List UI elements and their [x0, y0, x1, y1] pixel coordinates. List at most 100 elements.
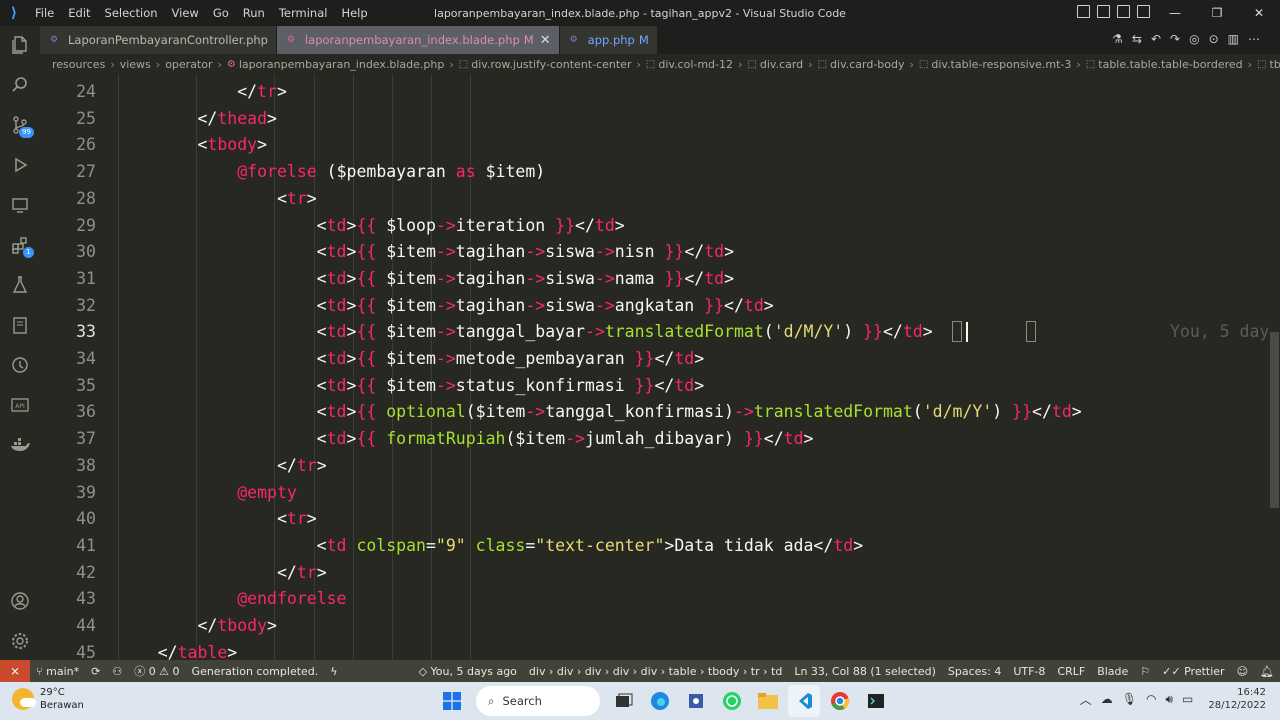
terminal-app-icon[interactable] — [860, 685, 892, 717]
explorer-icon[interactable] — [0, 26, 40, 64]
git-blame-indicator[interactable]: ◇ You, 5 days ago — [413, 665, 523, 678]
close-window-icon[interactable]: ✕ — [1238, 0, 1280, 26]
windows-start-icon[interactable] — [436, 685, 468, 717]
breadcrumb-item[interactable]: table.table.table-bordered — [1098, 58, 1242, 71]
code-line[interactable]: 26 <tbody> — [40, 131, 1280, 158]
customize-layout-icon[interactable] — [1137, 5, 1150, 18]
docker-icon[interactable] — [0, 426, 40, 464]
run-debug-icon[interactable] — [0, 146, 40, 184]
testing-icon[interactable] — [0, 266, 40, 304]
notes-icon[interactable] — [0, 306, 40, 344]
breadcrumb-item[interactable]: views — [120, 58, 151, 71]
code-line[interactable]: 33 <td>{{ $item->tanggal_bayar->translat… — [40, 318, 1280, 345]
vscode-taskbar-icon[interactable] — [788, 685, 820, 717]
chrome-icon[interactable] — [824, 685, 856, 717]
open-preview-icon[interactable]: ⊙ — [1209, 32, 1219, 46]
code-line[interactable]: 30 <td>{{ $item->tagihan->siswa->nisn }}… — [40, 238, 1280, 265]
code-line[interactable]: 31 <td>{{ $item->tagihan->siswa->nama }}… — [40, 265, 1280, 292]
show-hidden-icons[interactable]: ︿ — [1080, 691, 1092, 708]
code-line[interactable]: 44 </tbody> — [40, 612, 1280, 639]
tab-laporan-controller[interactable]: ⚙ LaporanPembayaranController.php — [40, 26, 276, 54]
remote-indicator-icon[interactable]: ⨯ — [0, 660, 30, 682]
breadcrumb-item[interactable]: div.card — [760, 58, 803, 71]
tab-app-php[interactable]: ⚙ app.php M — [559, 26, 657, 54]
encoding[interactable]: UTF-8 — [1007, 665, 1051, 678]
maximize-icon[interactable]: ❐ — [1196, 0, 1238, 26]
code-line[interactable]: 43 @endforelse — [40, 585, 1280, 612]
code-line[interactable]: 41 <td colspan="9" class="text-center">D… — [40, 532, 1280, 559]
go-forward-icon[interactable]: ↷ — [1170, 32, 1180, 46]
api-icon[interactable]: API — [0, 386, 40, 424]
breadcrumb-item[interactable]: laporanpembayaran_index.blade.php — [239, 58, 444, 71]
code-line[interactable]: 32 <td>{{ $item->tagihan->siswa->angkata… — [40, 292, 1280, 319]
whatsapp-icon[interactable] — [716, 685, 748, 717]
tab-laporan-index-blade[interactable]: ⚙ laporanpembayaran_index.blade.php M ✕ — [276, 26, 559, 54]
menu-edit[interactable]: Edit — [61, 6, 97, 20]
breadcrumb-item[interactable]: div.card-body — [830, 58, 904, 71]
breadcrumb-item[interactable]: div.table-responsive.mt-3 — [931, 58, 1071, 71]
flask-icon[interactable]: ⚗ — [1112, 32, 1123, 46]
prettier-indicator[interactable]: ✓✓ Prettier — [1156, 665, 1230, 678]
source-control-icon[interactable]: 99 — [0, 106, 40, 144]
code-line[interactable]: 38 </tr> — [40, 452, 1280, 479]
menu-selection[interactable]: Selection — [98, 6, 165, 20]
menu-file[interactable]: File — [28, 6, 61, 20]
remote-explorer-icon[interactable] — [0, 186, 40, 224]
sync-icon[interactable]: ⟳ — [85, 665, 106, 678]
feedback-icon[interactable]: ☺ — [1231, 665, 1254, 678]
code-line[interactable]: 28 <tr> — [40, 185, 1280, 212]
network-app-icon[interactable] — [680, 685, 712, 717]
menu-help[interactable]: Help — [334, 6, 374, 20]
more-actions-icon[interactable]: ⋯ — [1248, 32, 1260, 46]
code-line[interactable]: 45 </table> — [40, 639, 1280, 660]
code-line[interactable]: 37 <td>{{ formatRupiah($item->jumlah_dib… — [40, 425, 1280, 452]
search-icon[interactable] — [0, 66, 40, 104]
lightning-icon[interactable]: ϟ — [324, 665, 343, 678]
menu-run[interactable]: Run — [236, 6, 272, 20]
volume-icon[interactable]: 🔊︎ — [1165, 692, 1173, 707]
minimize-icon[interactable]: — — [1154, 0, 1196, 26]
code-line[interactable]: 35 <td>{{ $item->status_konfirmasi }}</t… — [40, 372, 1280, 399]
code-line[interactable]: 24 </tr> — [40, 78, 1280, 105]
code-line[interactable]: 39 @empty — [40, 479, 1280, 506]
split-editor-icon[interactable]: ▥ — [1228, 32, 1239, 46]
task-view-icon[interactable] — [608, 685, 640, 717]
code-line[interactable]: 25 </thead> — [40, 105, 1280, 132]
file-explorer-icon[interactable] — [752, 685, 784, 717]
go-back-icon[interactable]: ↶ — [1151, 32, 1161, 46]
code-line[interactable]: 29 <td>{{ $loop->iteration }}</td> — [40, 212, 1280, 239]
cursor-position[interactable]: Ln 33, Col 88 (1 selected) — [788, 665, 942, 678]
code-line[interactable]: 40 <tr> — [40, 505, 1280, 532]
branch-indicator[interactable]: ⑂ main* — [30, 665, 85, 678]
git-graph-icon[interactable]: ⚇ — [106, 665, 128, 678]
toggle-secondary-sidebar-icon[interactable] — [1117, 5, 1130, 18]
toggle-panel-icon[interactable] — [1097, 5, 1110, 18]
menu-terminal[interactable]: Terminal — [272, 6, 335, 20]
live-share-icon[interactable]: ⚐ — [1134, 665, 1156, 678]
code-line[interactable]: 34 <td>{{ $item->metode_pembayaran }}</t… — [40, 345, 1280, 372]
breadcrumb-item[interactable]: resources — [52, 58, 105, 71]
open-changes-icon[interactable]: ◎ — [1189, 32, 1199, 46]
end-of-line[interactable]: CRLF — [1051, 665, 1091, 678]
breadcrumb-item[interactable]: div.col-md-12 — [658, 58, 733, 71]
menu-go[interactable]: Go — [206, 6, 236, 20]
problems-indicator[interactable]: ⓧ 0 ⚠ 0 — [128, 663, 185, 679]
toggle-sidebar-icon[interactable] — [1077, 5, 1090, 18]
language-mode[interactable]: Blade — [1091, 665, 1134, 678]
battery-icon[interactable]: ▭ — [1182, 692, 1193, 706]
scrollbar-thumb[interactable] — [1270, 332, 1279, 508]
compare-changes-icon[interactable]: ⇆ — [1132, 32, 1142, 46]
settings-gear-icon[interactable] — [0, 622, 40, 660]
onedrive-cloud-icon[interactable]: ☁ — [1101, 692, 1113, 706]
accounts-icon[interactable] — [0, 582, 40, 620]
microphone-icon[interactable]: 🎙︎ — [1122, 692, 1137, 706]
breadcrumb-item[interactable]: tbody — [1270, 58, 1280, 71]
breadcrumb-item[interactable]: operator — [165, 58, 212, 71]
edge-browser-icon[interactable] — [644, 685, 676, 717]
wifi-icon[interactable]: ◠ — [1146, 692, 1156, 706]
extensions-icon[interactable]: 1 — [0, 226, 40, 264]
code-editor[interactable]: 24 </tr> 25 </thead> 26 <tbody> 27 @forelse… — [40, 74, 1280, 660]
timeline-icon[interactable] — [0, 346, 40, 384]
code-line[interactable]: 42 </tr> — [40, 559, 1280, 586]
weather-widget[interactable]: 29°C Berawan — [12, 686, 84, 712]
